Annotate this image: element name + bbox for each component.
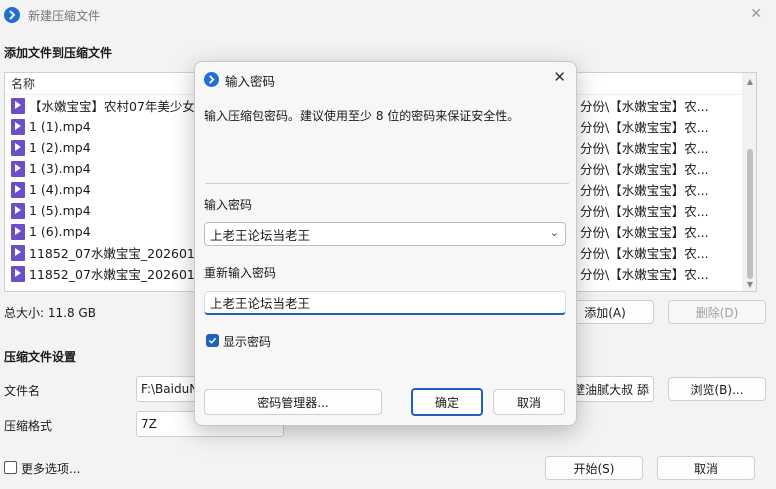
- confirm-password-input[interactable]: 上老王论坛当老王: [204, 291, 566, 315]
- file-path: 分份\【水嫩宝宝】农...: [580, 162, 709, 177]
- scroll-thumb[interactable]: [747, 149, 753, 279]
- main-cancel-button[interactable]: 取消: [657, 456, 755, 480]
- file-path: 分份\【水嫩宝宝】农...: [580, 141, 709, 156]
- mp4-file-icon: [11, 244, 25, 261]
- dialog-close-icon[interactable]: ✕: [553, 68, 566, 86]
- file-name: 1 (6).mp4: [29, 224, 91, 239]
- format-label: 压缩格式: [4, 419, 53, 433]
- delete-button[interactable]: 删除(D): [668, 300, 766, 324]
- file-name: 1 (2).mp4: [29, 140, 91, 155]
- dialog-cancel-button[interactable]: 取消: [493, 389, 565, 415]
- chevron-down-icon[interactable]: ⌄: [550, 226, 559, 239]
- file-path: 分份\【水嫩宝宝】农...: [580, 246, 709, 261]
- app-logo-icon: [4, 7, 20, 23]
- file-path: 分份\【水嫩宝宝】农...: [580, 267, 709, 282]
- password-label: 输入密码: [204, 198, 253, 212]
- password-combobox[interactable]: 上老王论坛当老王 ⌄: [204, 222, 566, 246]
- settings-section-title: 压缩文件设置: [4, 350, 77, 364]
- mp4-file-icon: [11, 118, 25, 135]
- dialog-title: 输入密码: [225, 74, 276, 89]
- confirm-password-value: 上老王论坛当老王: [210, 296, 311, 311]
- scroll-up-icon[interactable]: ▲: [747, 77, 753, 86]
- filename-tail: 壁油腻大叔 舔: [573, 382, 649, 397]
- confirm-password-label: 重新输入密码: [204, 266, 277, 280]
- file-path: 分份\【水嫩宝宝】农...: [580, 99, 709, 114]
- file-name: 1 (5).mp4: [29, 203, 91, 218]
- file-name: 1 (3).mp4: [29, 161, 91, 176]
- dialog-info-text: 输入压缩包密码。建议使用至少 8 位的密码来保证安全性。: [204, 109, 520, 123]
- file-name: 【水嫩宝宝】农村07年美少女 成: [29, 99, 212, 114]
- mp4-file-icon: [11, 223, 25, 240]
- files-section-title: 添加文件到压缩文件: [4, 46, 113, 60]
- dialog-divider: [205, 183, 569, 184]
- more-options-checkbox[interactable]: [4, 461, 17, 474]
- password-manager-button[interactable]: 密码管理器...: [204, 389, 382, 415]
- file-path: 分份\【水嫩宝宝】农...: [580, 120, 709, 135]
- file-name: 1 (1).mp4: [29, 119, 91, 134]
- mp4-file-icon: [11, 139, 25, 156]
- filename-label: 文件名: [4, 384, 41, 398]
- dialog-logo-icon: [204, 72, 219, 87]
- list-scrollbar[interactable]: ▲ ▼: [742, 73, 756, 291]
- mp4-file-icon: [11, 160, 25, 177]
- file-path: 分份\【水嫩宝宝】农...: [580, 204, 709, 219]
- ok-button[interactable]: 确定: [411, 388, 483, 416]
- mp4-file-icon: [11, 265, 25, 282]
- file-path: 分份\【水嫩宝宝】农...: [580, 225, 709, 240]
- mp4-file-icon: [11, 97, 25, 114]
- title-bar: 新建压缩文件 ✕: [0, 0, 776, 30]
- browse-button[interactable]: 浏览(B)...: [668, 377, 766, 401]
- show-password-label[interactable]: 显示密码: [223, 333, 271, 350]
- filename-value: F:\BaiduN: [141, 382, 199, 396]
- start-button[interactable]: 开始(S): [545, 456, 643, 480]
- show-password-checkbox[interactable]: [206, 334, 219, 347]
- file-name: 11852_07水嫩宝宝_20260119_: [29, 246, 218, 261]
- file-name: 1 (4).mp4: [29, 182, 91, 197]
- scroll-down-icon[interactable]: ▼: [747, 280, 753, 289]
- total-size: 总大小: 11.8 GB: [4, 306, 96, 320]
- mp4-file-icon: [11, 202, 25, 219]
- password-dialog: 输入密码 ✕ 输入压缩包密码。建议使用至少 8 位的密码来保证安全性。 输入密码…: [194, 61, 577, 426]
- window-title: 新建压缩文件: [28, 8, 101, 23]
- mp4-file-icon: [11, 181, 25, 198]
- file-path: 分份\【水嫩宝宝】农...: [580, 183, 709, 198]
- file-name: 11852_07水嫩宝宝_20260120_: [29, 267, 218, 282]
- more-options-label[interactable]: 更多选项...: [21, 460, 80, 477]
- password-value: 上老王论坛当老王: [210, 227, 311, 243]
- window-close-icon[interactable]: ✕: [750, 6, 762, 22]
